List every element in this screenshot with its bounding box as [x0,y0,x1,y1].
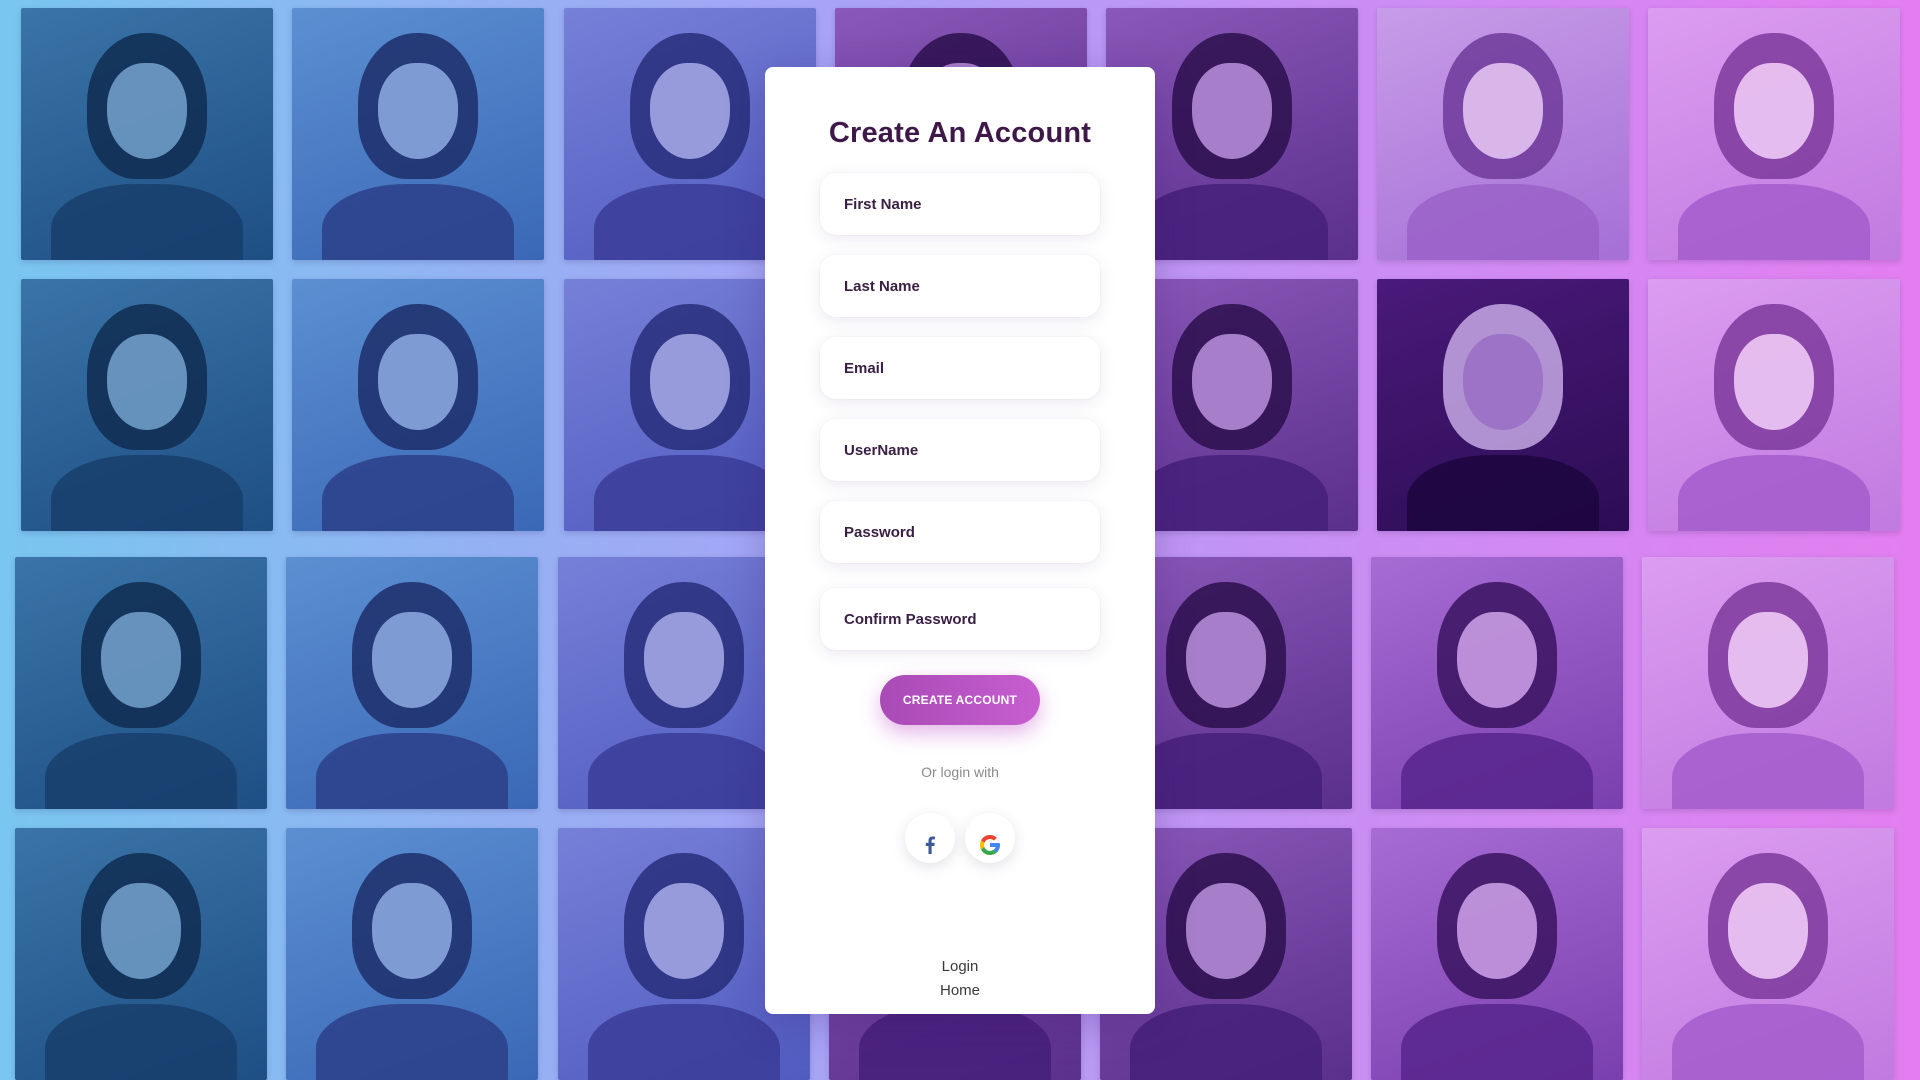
background-photo [1648,8,1900,260]
background-photo [1648,279,1900,531]
first-name-input[interactable] [820,173,1100,235]
background-photo [15,557,267,809]
background-photo [1377,8,1629,260]
or-login-with-text: Or login with [921,764,999,780]
background-photo [1642,557,1894,809]
google-login-button[interactable] [965,813,1015,863]
form-title: Create An Account [828,117,1092,149]
background-photo [286,557,538,809]
background-photo [1371,557,1623,809]
username-input[interactable] [820,419,1100,481]
background-photo [286,828,538,1080]
password-input[interactable] [820,501,1100,563]
last-name-input[interactable] [820,255,1100,317]
background-photo [292,279,544,531]
background-photo [1371,828,1623,1080]
facebook-login-button[interactable] [905,813,955,863]
background-photo [1377,279,1629,531]
google-icon [980,834,1000,855]
login-link[interactable]: Login [765,958,1155,975]
email-input[interactable] [820,337,1100,399]
home-link[interactable]: Home [765,982,1155,999]
create-account-button[interactable]: CREATE ACCOUNT [880,675,1040,725]
background-photo [21,8,273,260]
signup-card: Create An Account CREATE ACCOUNT Or logi… [765,67,1155,1014]
background-photo [292,8,544,260]
facebook-icon [925,836,935,854]
background-photo [15,828,267,1080]
background-photo [1642,828,1894,1080]
confirm-password-input[interactable] [820,588,1100,650]
background-photo [21,279,273,531]
